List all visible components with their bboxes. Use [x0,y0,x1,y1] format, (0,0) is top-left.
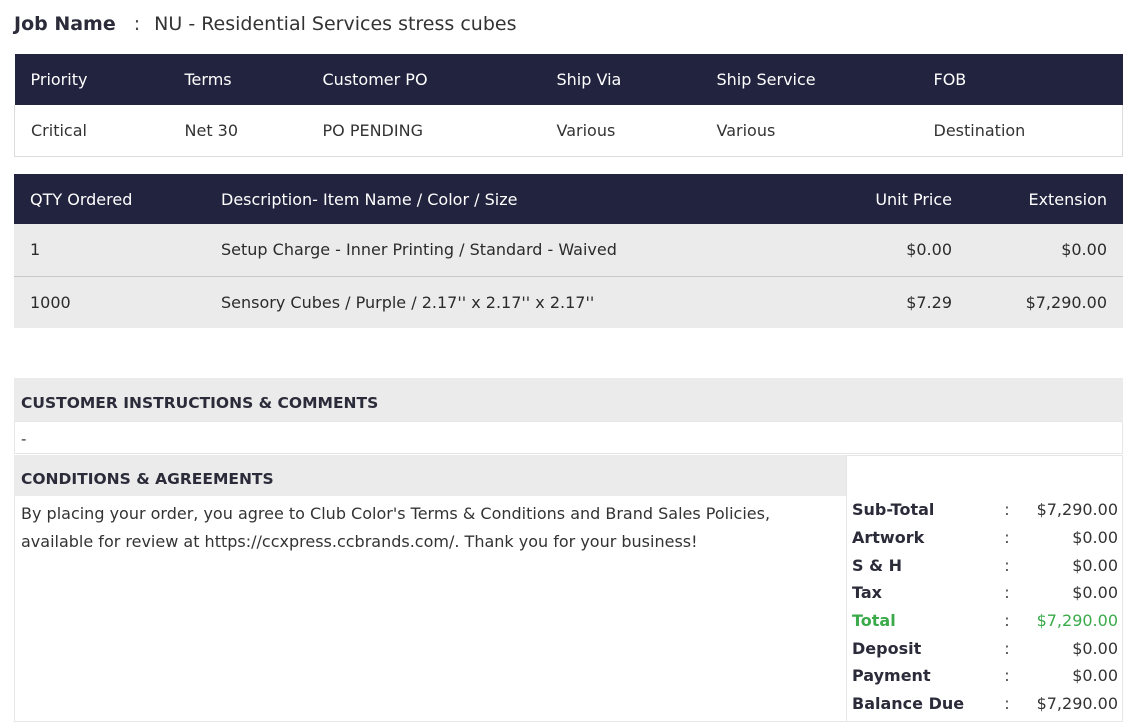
totals-separator: : [1004,638,1010,658]
totals-row-total: Total : $7,290.00 [852,607,1118,635]
totals-separator: : [1004,528,1010,548]
totals-value: $7,290.00 [1036,694,1118,714]
header-ship-service: Ship Service [716,70,816,89]
totals-row-balance-due: Balance Due : $7,290.00 [852,690,1118,718]
totals-value: $0.00 [1072,666,1118,686]
job-name-line: Job Name: NU - Residential Services stres… [14,10,516,38]
item-qty: 1000 [14,275,205,328]
header-terms: Terms [184,70,232,89]
totals-row-tax: Tax : $0.00 [852,579,1118,607]
totals-label: Payment [852,666,931,686]
totals-table: Sub-Total : $7,290.00 Artwork : $0.00 S … [852,496,1118,718]
order-info-header-row: Priority Terms Customer PO Ship Via Ship… [14,54,1123,105]
totals-row-shipping: S & H : $0.00 [852,551,1118,579]
totals-row-deposit: Deposit : $0.00 [852,634,1118,662]
totals-separator: : [1004,666,1010,686]
totals-separator: : [1004,583,1010,603]
totals-label: S & H [852,555,903,575]
value-customer-po: PO PENDING [306,105,541,157]
header-priority: Priority [30,70,88,89]
totals-value: $7,290.00 [1036,611,1118,631]
totals-value: $0.00 [1072,638,1118,658]
order-info-table: Priority Terms Customer PO Ship Via Ship… [14,54,1123,157]
totals-value: $0.00 [1072,583,1118,603]
job-name-value: NU - Residential Services stress cubes [154,13,517,35]
totals-label: Deposit [852,638,922,658]
item-extension: $7,290.00 [968,275,1123,328]
header-customer-po: Customer PO [322,70,428,89]
totals-label: Total [852,611,896,631]
value-terms: Net 30 [168,105,307,157]
header-qty-ordered: QTY Ordered [30,189,133,209]
item-description: Setup Charge - Inner Printing / Standard… [221,240,617,260]
item-description: Sensory Cubes / Purple / 2.17'' x 2.17''… [205,275,798,328]
line-items-table: QTY Ordered Description- Item Name / Col… [14,174,1123,328]
value-fob: Destination [917,105,1123,157]
order-info-row: Critical Net 30 PO PENDING Various Vario… [14,105,1123,157]
table-row: 1 Setup Charge - Inner Printing / Standa… [14,224,1123,276]
header-unit-price: Unit Price [875,189,952,209]
conditions-heading: CONDITIONS & AGREEMENTS [14,455,846,496]
instructions-heading: CUSTOMER INSTRUCTIONS & COMMENTS [14,378,1123,421]
value-priority: Critical [14,105,169,157]
line-items-header-row: QTY Ordered Description- Item Name / Col… [14,174,1123,224]
job-name-separator: : [133,13,141,35]
totals-separator: : [1004,500,1010,520]
totals-row-sub-total: Sub-Total : $7,290.00 [852,496,1118,524]
totals-label: Artwork [852,528,925,548]
header-extension: Extension [1028,189,1107,209]
item-unit-price: $7.29 [798,275,968,328]
totals-label: Sub-Total [852,500,935,520]
header-description: Description- Item Name / Color / Size [221,189,518,209]
totals-separator: : [1004,694,1010,714]
conditions-text: By placing your order, you agree to Club… [14,496,846,722]
totals-value: $7,290.00 [1036,500,1118,520]
totals-value: $0.00 [1072,555,1118,575]
table-row: 1000 Sensory Cubes / Purple / 2.17'' x 2… [14,275,1123,328]
header-ship-via: Ship Via [556,70,622,89]
totals-value: $0.00 [1072,528,1118,548]
item-unit-price: $0.00 [906,240,952,260]
totals-row-artwork: Artwork : $0.00 [852,524,1118,552]
totals-row-payment: Payment : $0.00 [852,662,1118,690]
header-fob: FOB [933,70,967,89]
instructions-text: - [14,421,1123,454]
job-name-label: Job Name [14,13,116,35]
totals-separator: : [1004,555,1010,575]
item-qty: 1 [30,240,41,260]
value-ship-service: Various [700,105,918,157]
value-ship-via: Various [540,105,701,157]
totals-separator: : [1004,611,1010,631]
totals-label: Tax [852,583,882,603]
totals-label: Balance Due [852,694,965,714]
item-extension: $0.00 [1061,240,1107,260]
